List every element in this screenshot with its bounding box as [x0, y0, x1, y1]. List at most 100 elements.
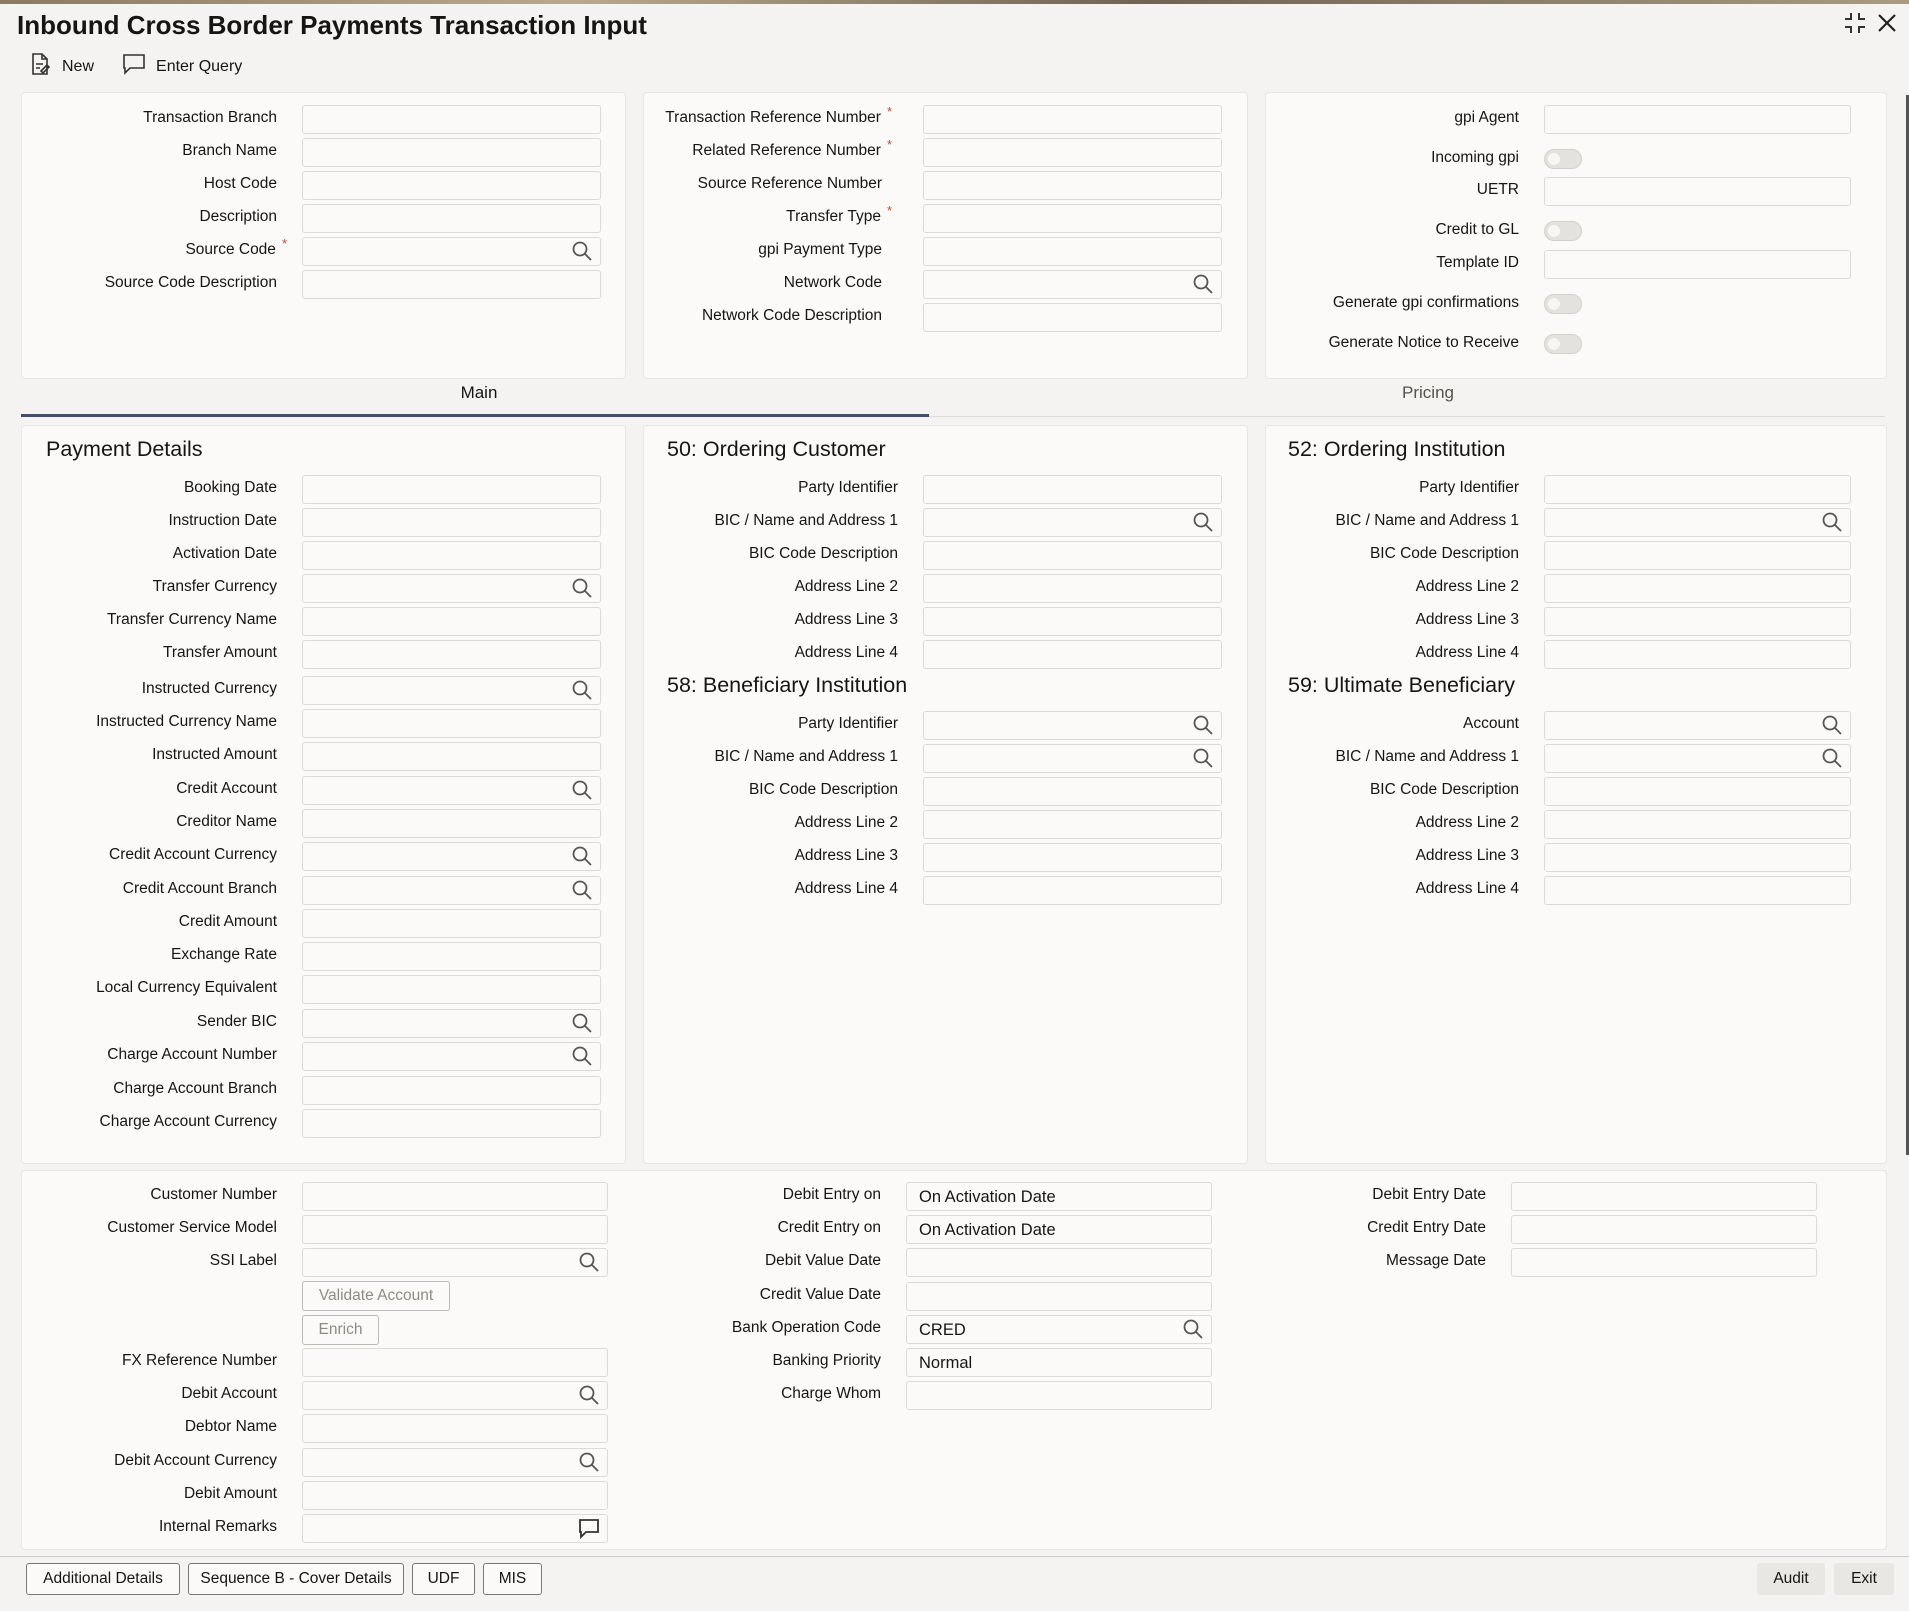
transaction-reference-number-input[interactable]: [923, 105, 1222, 134]
generate-gpi-confirmations-toggle[interactable]: [1544, 294, 1582, 314]
local-currency-equivalent-input[interactable]: [302, 975, 601, 1004]
credit-entry-date-input[interactable]: [1511, 1215, 1817, 1244]
credit-value-date-input[interactable]: [906, 1282, 1212, 1311]
sequence-b-cover-details-button[interactable]: Sequence B - Cover Details: [188, 1563, 404, 1595]
search-icon[interactable]: [571, 845, 593, 867]
additional-details-button[interactable]: Additional Details: [26, 1563, 180, 1595]
enrich-button[interactable]: Enrich: [302, 1315, 379, 1345]
search-icon[interactable]: [1182, 1318, 1204, 1340]
search-icon[interactable]: [571, 1045, 593, 1067]
enter-query-button[interactable]: Enter Query: [122, 52, 242, 81]
template-id-input[interactable]: [1544, 250, 1851, 279]
activation-date-input[interactable]: [302, 541, 601, 570]
bic-code-description-input[interactable]: [923, 541, 1222, 570]
source-code-description-input[interactable]: [302, 270, 601, 299]
bic-code-description-input[interactable]: [1544, 541, 1851, 570]
branch-name-input[interactable]: [302, 138, 601, 167]
credit-amount-input[interactable]: [302, 909, 601, 938]
ssi-label-input[interactable]: [302, 1248, 608, 1277]
customer-number-input[interactable]: [302, 1182, 608, 1211]
mis-button[interactable]: MIS: [483, 1563, 542, 1595]
credit-account-input[interactable]: [302, 776, 601, 805]
debit-account-input[interactable]: [302, 1381, 608, 1410]
debit-entry-on-input[interactable]: On Activation Date: [906, 1182, 1212, 1211]
booking-date-input[interactable]: [302, 475, 601, 504]
collapse-arrows-icon[interactable]: [1842, 10, 1868, 43]
debit-account-currency-input[interactable]: [302, 1448, 608, 1477]
related-reference-number-input[interactable]: [923, 138, 1222, 167]
credit-account-branch-input[interactable]: [302, 876, 601, 905]
bank-operation-code-input[interactable]: CRED: [906, 1315, 1212, 1344]
transfer-currency-name-input[interactable]: [302, 607, 601, 636]
search-icon[interactable]: [571, 577, 593, 599]
host-code-input[interactable]: [302, 171, 601, 200]
search-icon[interactable]: [1192, 714, 1214, 736]
bic-code-description-input[interactable]: [923, 777, 1222, 806]
address-line-3-input[interactable]: [1544, 843, 1851, 872]
search-icon[interactable]: [1192, 511, 1214, 533]
gpi-payment-type-input[interactable]: [923, 237, 1222, 266]
address-line-4-input[interactable]: [1544, 640, 1851, 669]
bic-name-and-address-1-input[interactable]: [1544, 508, 1851, 537]
credit-account-currency-input[interactable]: [302, 842, 601, 871]
instructed-currency-input[interactable]: [302, 676, 601, 705]
transfer-type-input[interactable]: [923, 204, 1222, 233]
bic-name-and-address-1-input[interactable]: [1544, 744, 1851, 773]
internal-remarks-input[interactable]: [302, 1514, 608, 1543]
search-icon[interactable]: [578, 1451, 600, 1473]
audit-button[interactable]: Audit: [1757, 1563, 1825, 1595]
bic-name-and-address-1-input[interactable]: [923, 508, 1222, 537]
udf-button[interactable]: UDF: [412, 1563, 475, 1595]
instructed-currency-name-input[interactable]: [302, 709, 601, 738]
credit-to-gl-toggle[interactable]: [1544, 221, 1582, 241]
network-code-input[interactable]: [923, 270, 1222, 299]
address-line-2-input[interactable]: [923, 810, 1222, 839]
gpi-agent-input[interactable]: [1544, 105, 1851, 134]
uetr-input[interactable]: [1544, 177, 1851, 206]
address-line-2-input[interactable]: [1544, 810, 1851, 839]
debit-amount-input[interactable]: [302, 1481, 608, 1510]
charge-account-branch-input[interactable]: [302, 1076, 601, 1105]
tab-pricing[interactable]: Pricing: [950, 383, 1906, 403]
party-identifier-input[interactable]: [1544, 475, 1851, 504]
instruction-date-input[interactable]: [302, 508, 601, 537]
transfer-amount-input[interactable]: [302, 640, 601, 669]
creditor-name-input[interactable]: [302, 809, 601, 838]
address-line-2-input[interactable]: [1544, 574, 1851, 603]
address-line-3-input[interactable]: [923, 607, 1222, 636]
search-icon[interactable]: [1821, 511, 1843, 533]
party-identifier-input[interactable]: [923, 475, 1222, 504]
credit-entry-on-input[interactable]: On Activation Date: [906, 1215, 1212, 1244]
exchange-rate-input[interactable]: [302, 942, 601, 971]
message-date-input[interactable]: [1511, 1248, 1817, 1277]
search-icon[interactable]: [571, 1012, 593, 1034]
search-icon[interactable]: [571, 240, 593, 262]
source-code-input[interactable]: [302, 237, 601, 266]
bic-code-description-input[interactable]: [1544, 777, 1851, 806]
transfer-currency-input[interactable]: [302, 574, 601, 603]
debtor-name-input[interactable]: [302, 1414, 608, 1443]
search-icon[interactable]: [571, 779, 593, 801]
charge-account-number-input[interactable]: [302, 1042, 601, 1071]
address-line-4-input[interactable]: [1544, 876, 1851, 905]
address-line-2-input[interactable]: [923, 574, 1222, 603]
search-icon[interactable]: [1821, 714, 1843, 736]
tab-main[interactable]: Main: [21, 383, 937, 403]
new-button[interactable]: New: [28, 52, 94, 81]
party-identifier-input[interactable]: [923, 711, 1222, 740]
network-code-description-input[interactable]: [923, 303, 1222, 332]
search-icon[interactable]: [571, 679, 593, 701]
search-icon[interactable]: [578, 1251, 600, 1273]
address-line-4-input[interactable]: [923, 876, 1222, 905]
address-line-3-input[interactable]: [1544, 607, 1851, 636]
bic-name-and-address-1-input[interactable]: [923, 744, 1222, 773]
customer-service-model-input[interactable]: [302, 1215, 608, 1244]
fx-reference-number-input[interactable]: [302, 1348, 608, 1377]
transaction-branch-input[interactable]: [302, 105, 601, 134]
account-input[interactable]: [1544, 711, 1851, 740]
address-line-4-input[interactable]: [923, 640, 1222, 669]
incoming-gpi-toggle[interactable]: [1544, 149, 1582, 169]
charge-account-currency-input[interactable]: [302, 1109, 601, 1138]
exit-button[interactable]: Exit: [1834, 1563, 1894, 1595]
search-icon[interactable]: [1821, 747, 1843, 769]
